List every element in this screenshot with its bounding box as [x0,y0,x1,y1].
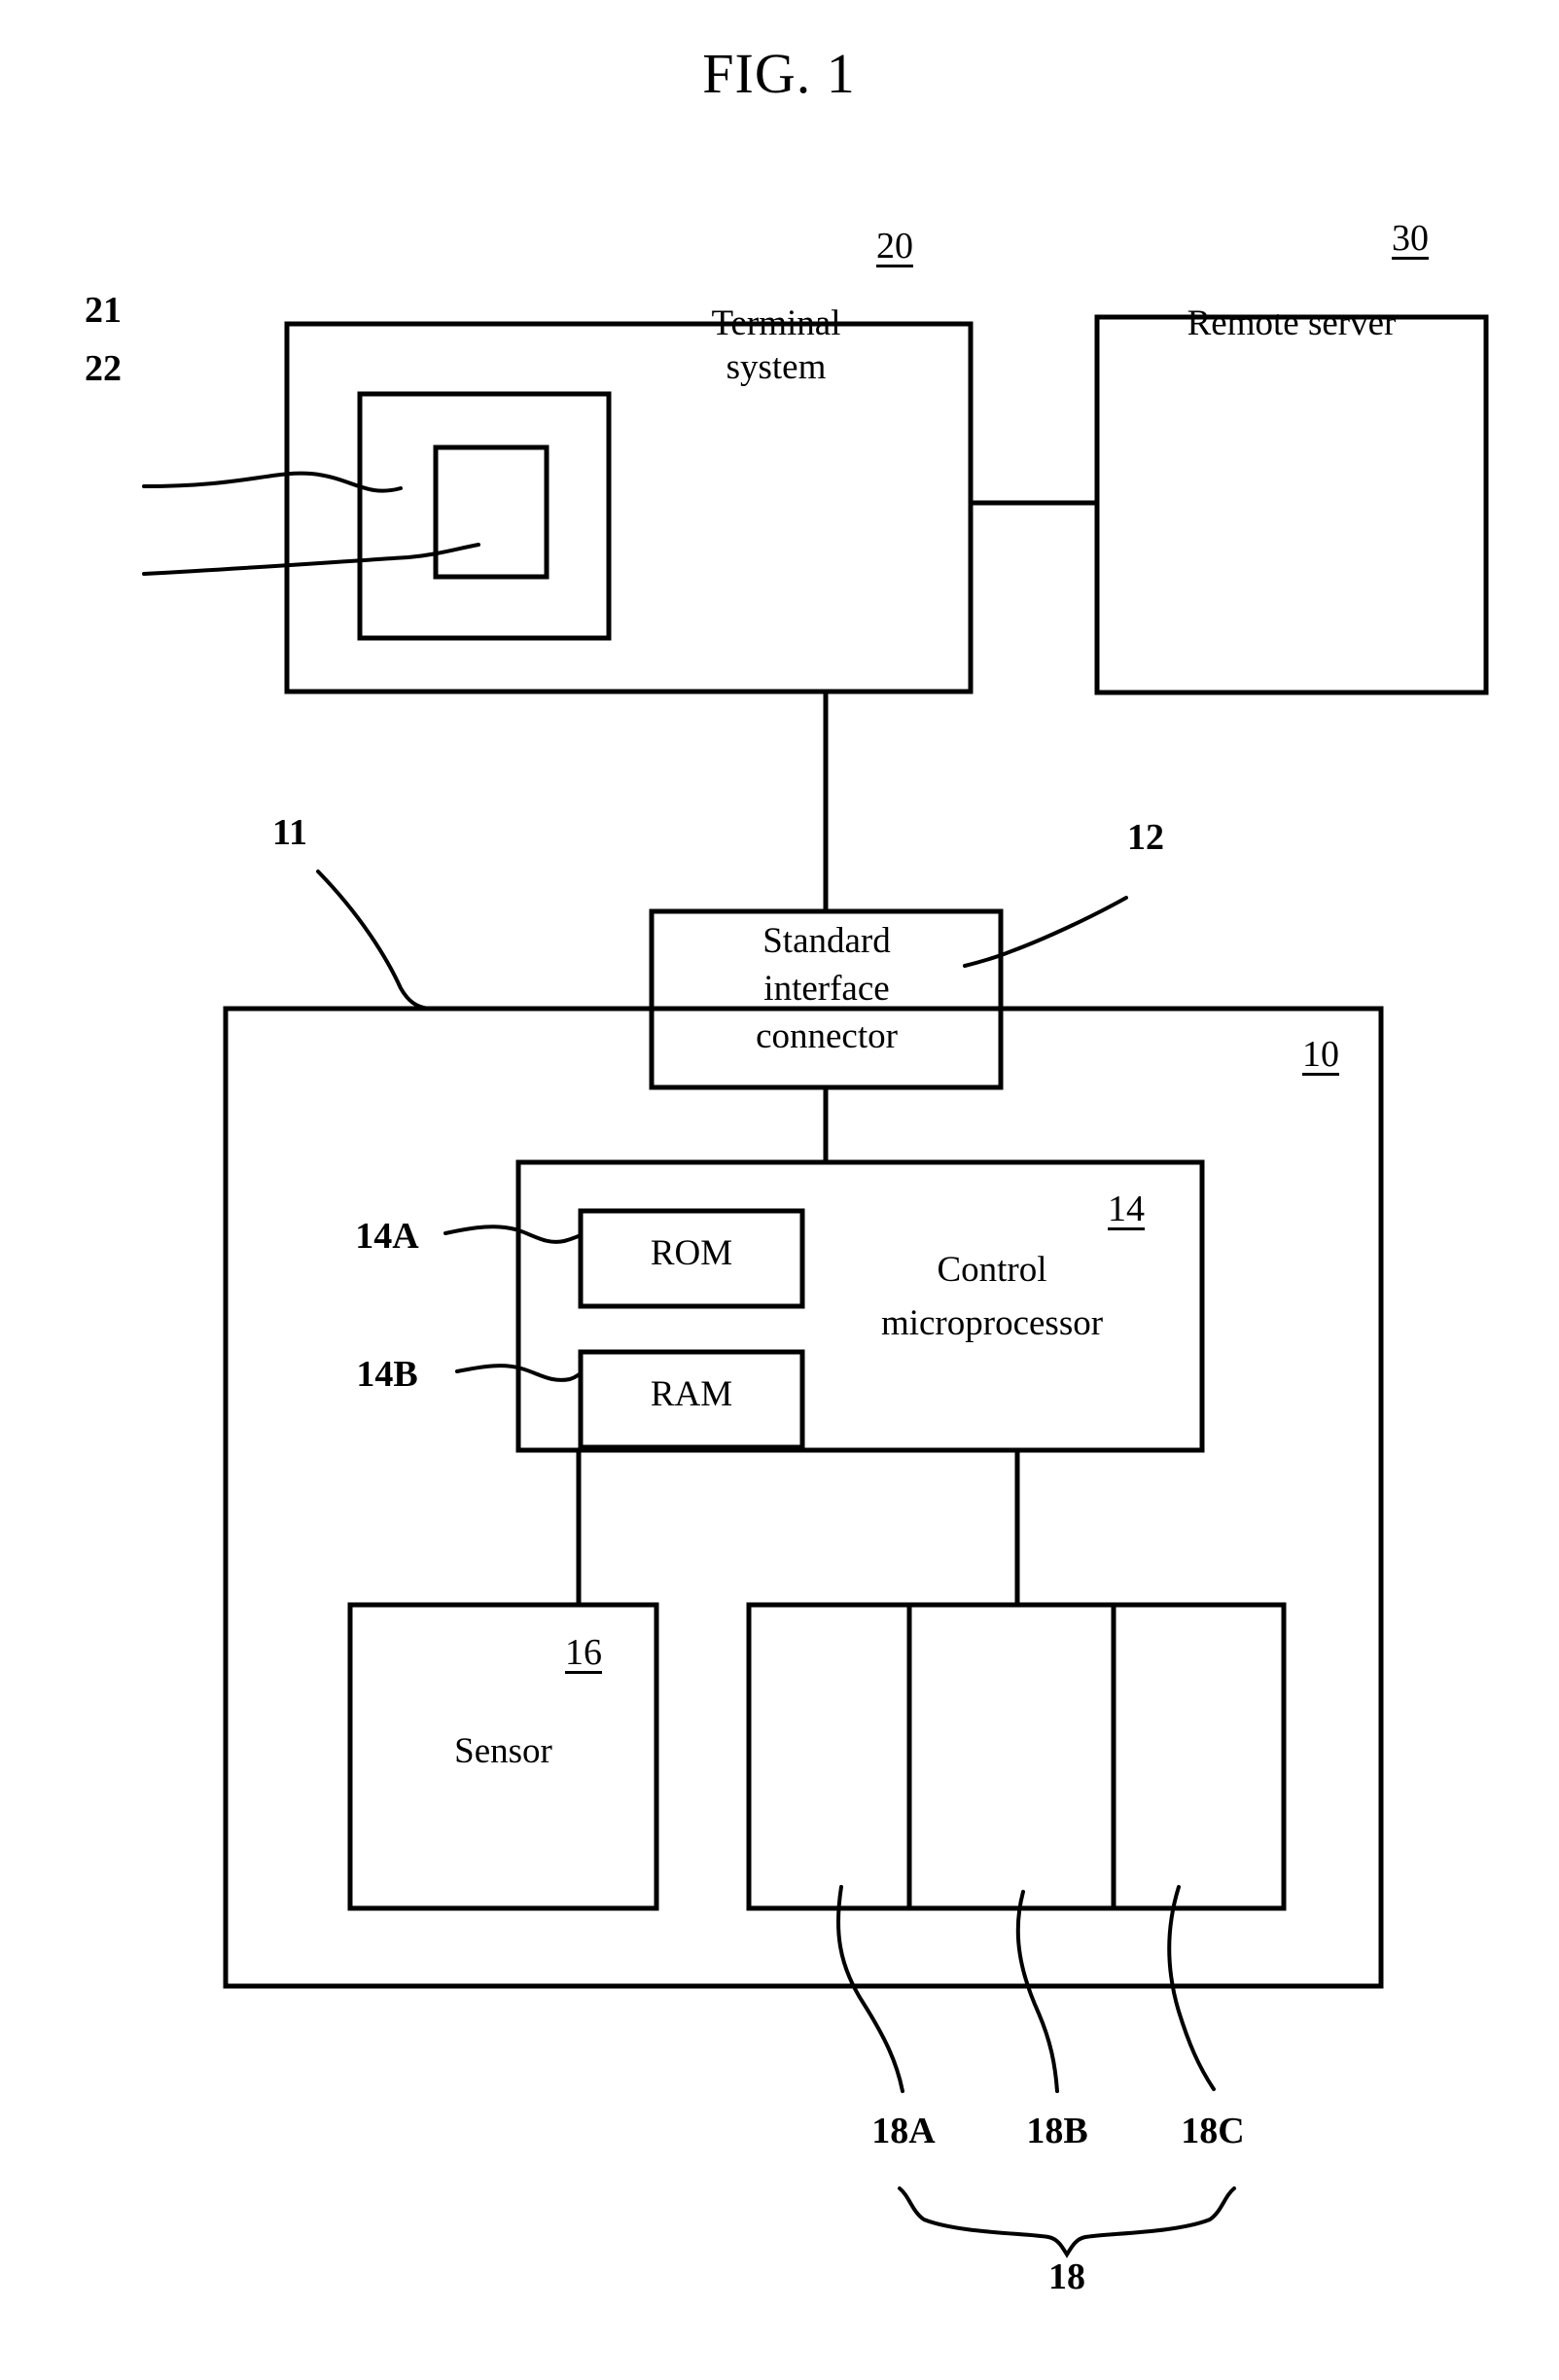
leader-18A [835,1885,904,2093]
device-outer-box-10 [223,1006,1384,1989]
ref-number-21: 21 [85,290,122,331]
rom-label: ROM [650,1233,733,1273]
slot-group-box [746,1602,1287,1911]
slot-group-brace [898,2186,1236,2258]
control-microprocessor-label-line2: microprocessor [880,1303,1104,1343]
connector-label-line2: interface [763,969,890,1009]
patent-figure: FIG. 1 20 Terminal system 30 Remote serv… [0,0,1559,2380]
ref-number-20: 20 [876,226,913,266]
ref-number-10: 10 [1302,1034,1339,1075]
figure-title: FIG. 1 [702,42,856,105]
terminal-system-label-line2: system [726,347,827,387]
inner-module-21-box [357,391,612,641]
sensor-label: Sensor [454,1731,552,1771]
ref-number-18B: 18B [1026,2111,1088,2151]
leader-12 [963,896,1128,968]
ref-number-14B: 14B [356,1354,418,1395]
connector-label-line1: Standard [762,921,891,961]
ref-number-14: 14 [1108,1189,1145,1229]
control-microprocessor-label-line1: Control [937,1250,1047,1290]
connector-label-line3: connector [756,1016,898,1056]
leader-18B [1015,1890,1059,2093]
ref-number-11: 11 [272,812,307,853]
ref-number-30: 30 [1392,218,1429,259]
ref-number-18C: 18C [1181,2111,1245,2151]
leader-11 [316,870,430,1011]
ref-number-18A: 18A [871,2111,936,2151]
terminal-system-label-line1: Terminal [711,303,841,343]
leader-14A [443,1225,583,1244]
remote-server-label: Remote server [1187,303,1397,343]
remote-server-box [1094,314,1489,695]
leader-22 [142,543,480,576]
ref-number-22: 22 [85,348,122,389]
ram-label: RAM [650,1374,733,1414]
ref-number-16: 16 [565,1632,602,1673]
inner-module-22-box [433,444,549,580]
ref-number-18: 18 [1048,2256,1085,2297]
ref-number-12: 12 [1127,817,1164,858]
ref-number-14A: 14A [355,1216,419,1257]
